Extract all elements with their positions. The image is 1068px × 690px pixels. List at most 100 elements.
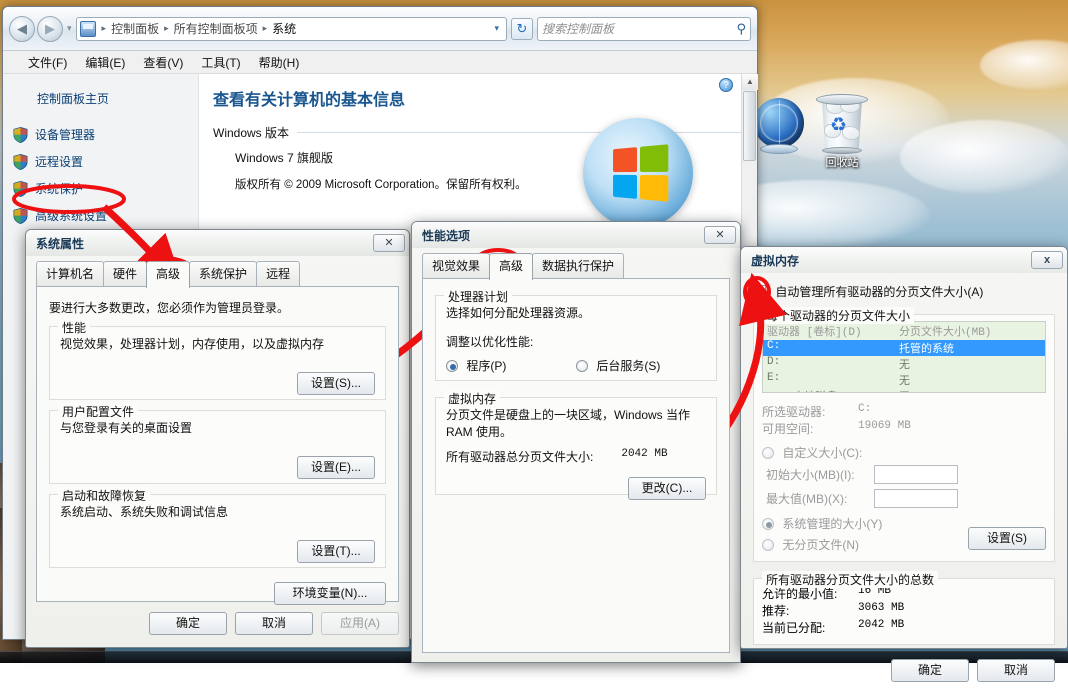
drive-list[interactable]: 驱动器 [卷标](D) 分页文件大小(MB) C: 托管的系统 D: 无 E: … xyxy=(762,321,1046,393)
back-button[interactable]: ◀ xyxy=(9,15,35,42)
admin-notice: 要进行大多数更改，您必须作为管理员登录。 xyxy=(49,301,290,315)
search-box[interactable]: 搜索控制面板 ⚲ xyxy=(537,16,751,41)
close-icon[interactable]: ✕ xyxy=(704,226,736,244)
performance-settings-button[interactable]: 设置(S)... xyxy=(297,372,375,395)
checkbox-indicator xyxy=(753,283,766,298)
breadcrumb-item-1[interactable]: 所有控制面板项 xyxy=(172,19,260,38)
radio-system-managed[interactable]: 系统管理的大小(Y) xyxy=(762,515,968,532)
table-row[interactable]: C: 托管的系统 xyxy=(763,340,1045,356)
address-dropdown-icon[interactable]: ▾ xyxy=(490,23,503,34)
address-bar[interactable]: ▸ 控制面板 ▸ 所有控制面板项 ▸ 系统 ▾ xyxy=(75,16,507,41)
startup-recovery-settings-button[interactable]: 设置(T)... xyxy=(297,540,375,563)
table-row[interactable]: F: [本地磁盘] 无 xyxy=(763,388,1045,392)
sidebar-item-advanced-system-settings[interactable]: 高级系统设置 xyxy=(3,202,198,229)
radio-label: 自定义大小(C): xyxy=(782,446,863,460)
breadcrumb: ▸ 控制面板 ▸ 所有控制面板项 ▸ 系统 xyxy=(99,19,491,38)
cell-drive: E: xyxy=(767,372,781,384)
menu-tools[interactable]: 工具(T) xyxy=(192,52,249,73)
tab-strip[interactable]: 视觉效果 高级 数据执行保护 xyxy=(422,253,730,280)
sidebar-item-home[interactable]: 控制面板主页 xyxy=(3,88,198,107)
user-profiles-settings-button[interactable]: 设置(E)... xyxy=(297,456,375,479)
desktop-icon-recycle-bin[interactable]: ♻ 回收站 xyxy=(806,90,878,170)
section-label: Windows 版本 xyxy=(213,126,290,140)
ok-button[interactable]: 确定 xyxy=(891,659,969,682)
breadcrumb-item-2[interactable]: 系统 xyxy=(270,19,298,38)
refresh-button[interactable]: ↻ xyxy=(511,17,533,40)
sidebar-item-system-protection[interactable]: 系统保护 xyxy=(3,175,198,202)
tab-remote[interactable]: 远程 xyxy=(256,261,301,286)
set-button[interactable]: 设置(S) xyxy=(968,527,1046,550)
page-title: 查看有关计算机的基本信息 xyxy=(213,92,406,109)
tab-strip[interactable]: 计算机名 硬件 高级 系统保护 远程 xyxy=(36,261,399,288)
tab-advanced[interactable]: 高级 xyxy=(146,261,191,288)
radio-no-paging-file[interactable]: 无分页文件(N) xyxy=(762,536,968,553)
group-description: 分页文件是硬盘上的一块区域，Windows 当作 RAM 使用。 xyxy=(446,408,691,439)
radio-programs[interactable]: 程序(P) xyxy=(446,357,576,374)
group-description: 与您登录有关的桌面设置 xyxy=(60,421,193,435)
total-paging-label: 所有驱动器总分页文件大小: xyxy=(446,450,594,464)
virtual-memory-dialog[interactable]: 虚拟内存 x 自动管理所有驱动器的分页文件大小(A) 每个驱动器的分页文件大小 … xyxy=(740,246,1068,682)
sidebar-item-remote-settings[interactable]: 远程设置 xyxy=(3,148,198,175)
close-icon[interactable]: x xyxy=(1031,251,1063,269)
performance-options-dialog[interactable]: 性能选项 ✕ 视觉效果 高级 数据执行保护 处理器计划 选择如何分配处理器资源。… xyxy=(411,221,741,663)
total-allocated-value: 2042 MB xyxy=(858,619,905,631)
radio-custom-size[interactable]: 自定义大小(C): xyxy=(762,444,1046,461)
radio-background-services[interactable]: 后台服务(S) xyxy=(576,357,660,374)
group-description: 系统启动、系统失败和调试信息 xyxy=(60,505,229,519)
shield-icon xyxy=(13,126,28,143)
cell-drive: C: xyxy=(767,340,781,352)
group-legend: 处理器计划 xyxy=(444,288,513,305)
table-row[interactable]: E: 无 xyxy=(763,372,1045,388)
forward-button[interactable]: ▶ xyxy=(37,15,63,42)
initial-size-row: 初始大小(MB)(I): xyxy=(762,465,1046,484)
system-properties-dialog[interactable]: 系统属性 ✕ 计算机名 硬件 高级 系统保护 远程 要进行大多数更改，您必须作为… xyxy=(25,229,410,648)
total-recommended-value: 3063 MB xyxy=(858,602,905,614)
tab-visual-effects[interactable]: 视觉效果 xyxy=(422,253,491,278)
search-input[interactable]: 搜索控制面板 xyxy=(542,20,736,37)
radio-label: 系统管理的大小(Y) xyxy=(782,517,883,531)
cloud xyxy=(980,40,1068,90)
radio-indicator xyxy=(762,447,774,459)
help-icon[interactable]: ? xyxy=(719,78,733,92)
radio-indicator xyxy=(576,360,588,372)
dialog-title-bar: 系统属性 ✕ xyxy=(26,230,409,256)
selected-drive-row: 所选驱动器: C: xyxy=(762,403,1046,420)
ok-button[interactable]: 确定 xyxy=(149,612,227,635)
table-row[interactable]: D: 无 xyxy=(763,356,1045,372)
menu-edit[interactable]: 编辑(E) xyxy=(76,52,134,73)
menu-view[interactable]: 查看(V) xyxy=(134,52,192,73)
scrollbar-thumb[interactable] xyxy=(743,91,756,161)
group-legend: 启动和故障恢复 xyxy=(58,487,151,504)
menu-help[interactable]: 帮助(H) xyxy=(250,52,309,73)
menu-file[interactable]: 文件(F) xyxy=(19,52,76,73)
change-button[interactable]: 更改(C)... xyxy=(628,477,706,500)
total-paging-value: 2042 MB xyxy=(621,448,668,460)
cancel-button[interactable]: 取消 xyxy=(235,612,313,635)
sidebar-item-device-manager[interactable]: 设备管理器 xyxy=(3,121,198,148)
max-size-row: 最大值(MB)(X): xyxy=(762,489,1046,508)
scroll-up-button[interactable]: ▲ xyxy=(742,74,758,90)
max-size-label: 最大值(MB)(X): xyxy=(766,492,848,506)
menu-bar[interactable]: 文件(F) 编辑(E) 查看(V) 工具(T) 帮助(H) xyxy=(3,51,757,74)
group-legend: 所有驱动器分页文件大小的总数 xyxy=(762,571,939,588)
group-legend: 性能 xyxy=(58,319,91,336)
breadcrumb-item-0[interactable]: 控制面板 xyxy=(109,19,161,38)
tab-dep[interactable]: 数据执行保护 xyxy=(532,253,625,278)
close-icon[interactable]: ✕ xyxy=(373,234,405,252)
radio-indicator xyxy=(762,539,774,551)
environment-variables-button[interactable]: 环境变量(N)... xyxy=(274,582,386,605)
cell-size: 无 xyxy=(899,388,1041,392)
initial-size-input[interactable] xyxy=(874,465,958,484)
tab-hardware[interactable]: 硬件 xyxy=(103,261,148,286)
user-profiles-group: 用户配置文件 与您登录有关的桌面设置 设置(E)... xyxy=(49,403,386,484)
tab-advanced[interactable]: 高级 xyxy=(489,253,534,280)
tab-computer-name[interactable]: 计算机名 xyxy=(36,261,105,286)
max-size-input[interactable] xyxy=(874,489,958,508)
forward-arrow-icon: ▶ xyxy=(45,20,55,36)
cancel-button[interactable]: 取消 xyxy=(977,659,1055,682)
tab-system-protection[interactable]: 系统保护 xyxy=(189,261,258,286)
group-legend: 用户配置文件 xyxy=(58,403,139,420)
auto-manage-checkbox[interactable]: 自动管理所有驱动器的分页文件大小(A) xyxy=(753,283,1055,300)
radio-label: 程序(P) xyxy=(466,359,507,373)
recent-pages-chevron-icon[interactable]: ▾ xyxy=(67,23,72,34)
